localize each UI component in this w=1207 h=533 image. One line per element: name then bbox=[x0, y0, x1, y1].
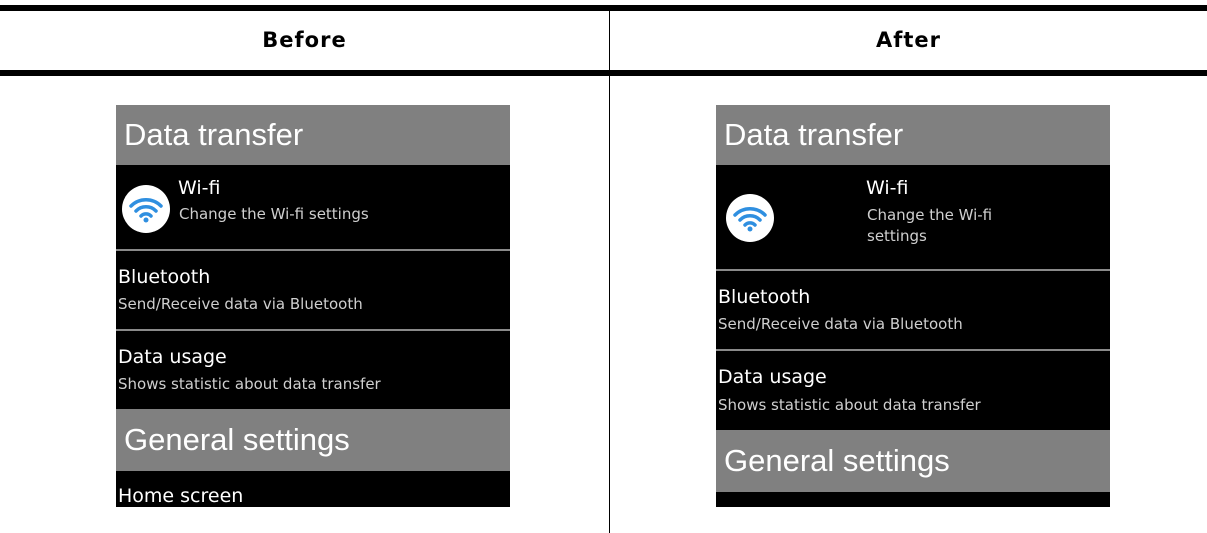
list-item-data-usage[interactable]: Data usage Shows statistic about data tr… bbox=[116, 331, 510, 409]
bluetooth-title: Bluetooth bbox=[718, 286, 811, 308]
header-rule bbox=[0, 70, 1207, 76]
list-item-home-screen[interactable]: Home screen bbox=[116, 471, 510, 507]
wifi-icon bbox=[122, 185, 170, 233]
after-panel: Data transfer Wi-fi Change the Wi-fi set… bbox=[716, 105, 1110, 507]
home-screen-title: Home screen bbox=[118, 485, 244, 507]
data-usage-title: Data usage bbox=[718, 366, 827, 388]
wifi-title: Wi-fi bbox=[178, 177, 221, 199]
list-item-bluetooth[interactable]: Bluetooth Send/Receive data via Bluetoot… bbox=[716, 271, 1110, 349]
wifi-subtitle-line-2: settings bbox=[867, 227, 927, 245]
section-header-general-settings: General settings bbox=[116, 409, 510, 471]
section-header-data-transfer: Data transfer bbox=[716, 105, 1110, 165]
header-after: After bbox=[875, 28, 942, 52]
column-divider bbox=[609, 76, 610, 533]
bluetooth-subtitle: Send/Receive data via Bluetooth bbox=[718, 315, 963, 333]
wifi-icon bbox=[726, 194, 774, 242]
list-item-bluetooth[interactable]: Bluetooth Send/Receive data via Bluetoot… bbox=[116, 251, 510, 329]
list-item-data-usage[interactable]: Data usage Shows statistic about data tr… bbox=[716, 351, 1110, 430]
list-item-next[interactable] bbox=[716, 492, 1110, 507]
bluetooth-subtitle: Send/Receive data via Bluetooth bbox=[118, 295, 363, 313]
data-usage-subtitle: Shows statistic about data transfer bbox=[718, 396, 981, 414]
wifi-subtitle-line-1: Change the Wi-fi bbox=[867, 206, 993, 224]
header-before: Before bbox=[262, 28, 347, 52]
list-item-wifi[interactable]: Wi-fi Change the Wi-fi settings bbox=[716, 165, 1110, 269]
section-header-general-settings: General settings bbox=[716, 430, 1110, 492]
wifi-subtitle: Change the Wi-fi settings bbox=[179, 205, 369, 223]
list-item-wifi[interactable]: Wi-fi Change the Wi-fi settings bbox=[116, 165, 510, 250]
wifi-title: Wi-fi bbox=[866, 177, 909, 199]
data-usage-title: Data usage bbox=[118, 346, 227, 368]
before-panel: Data transfer Wi-fi Change the Wi-fi set… bbox=[116, 105, 510, 507]
bluetooth-title: Bluetooth bbox=[118, 266, 211, 288]
section-header-data-transfer: Data transfer bbox=[116, 105, 510, 165]
data-usage-subtitle: Shows statistic about data transfer bbox=[118, 375, 381, 393]
